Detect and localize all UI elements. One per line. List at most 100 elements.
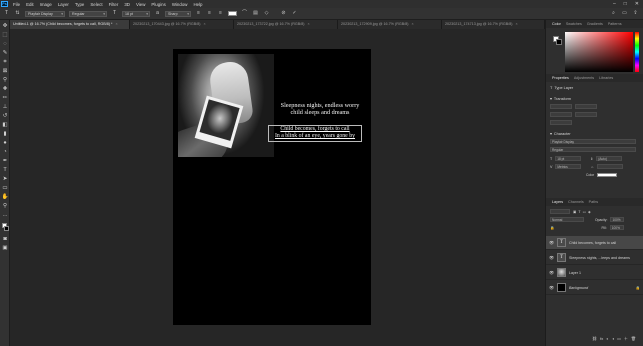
marquee-tool-icon[interactable]: ⬚	[1, 31, 9, 39]
lasso-tool-icon[interactable]: ◌	[1, 40, 9, 48]
tab-properties[interactable]: Properties	[552, 74, 569, 82]
tab-swatches[interactable]: Swatches	[566, 20, 582, 28]
tab-gradients[interactable]: Gradients	[587, 20, 603, 28]
tab-libraries[interactable]: Libraries	[599, 74, 613, 82]
3d-icon[interactable]: ◇	[263, 10, 270, 17]
link-layers-icon[interactable]: ⛓	[592, 336, 597, 341]
font-style-select[interactable]: Regular	[69, 10, 107, 17]
dodge-tool-icon[interactable]: ◔	[1, 148, 9, 156]
workspace-icon[interactable]: ▭	[621, 10, 628, 17]
angle-field[interactable]	[550, 120, 572, 125]
menu-3d[interactable]: 3D	[121, 2, 133, 7]
tab-close-icon[interactable]: ×	[204, 20, 206, 29]
tab-color[interactable]: Color	[552, 20, 561, 28]
menu-window[interactable]: Window	[169, 2, 191, 7]
transform-section-header[interactable]: ▾ Transform	[550, 96, 640, 102]
menu-file[interactable]: File	[10, 2, 23, 7]
layer-kind-filter[interactable]	[550, 209, 570, 214]
menu-plugins[interactable]: Plugins	[148, 2, 168, 7]
mask-icon[interactable]: ◐	[606, 336, 608, 341]
char-font-select[interactable]: Playfair Display	[550, 139, 636, 144]
hand-holding-photo-image[interactable]	[178, 54, 274, 157]
body-text-layer-editing[interactable]: Child becomes, forgets to call In a blin…	[268, 125, 362, 142]
new-layer-icon[interactable]: ＋	[624, 336, 628, 342]
quick-select-tool-icon[interactable]: ✎	[1, 49, 9, 57]
path-select-tool-icon[interactable]: ➤	[1, 175, 9, 183]
y-field[interactable]	[575, 112, 597, 117]
menu-image[interactable]: Image	[37, 2, 55, 7]
brush-tool-icon[interactable]: ✏	[1, 94, 9, 102]
quick-mask-icon[interactable]: ◙	[1, 235, 9, 243]
char-color-swatch[interactable]	[597, 172, 618, 177]
trash-icon[interactable]: 🗑	[631, 336, 636, 341]
menu-layer[interactable]: Layer	[55, 2, 72, 7]
menu-select[interactable]: Select	[87, 2, 105, 7]
tab-adjustments[interactable]: Adjustments	[574, 74, 594, 82]
photoshop-logo-icon[interactable]: Ps	[1, 1, 8, 7]
tab-image-2[interactable]: 20230213_173722.jpg @ 16.7% (RGB/8) ×	[234, 20, 338, 29]
type-tool-icon-left[interactable]: T	[1, 166, 9, 174]
foreground-background-swatch[interactable]	[1, 223, 9, 231]
tab-layers[interactable]: Layers	[552, 198, 563, 206]
tab-paths[interactable]: Paths	[589, 198, 598, 206]
tab-close-icon[interactable]: ×	[115, 20, 117, 29]
maximize-icon[interactable]: □	[624, 1, 627, 7]
color-picker-field[interactable]	[565, 32, 633, 72]
screen-mode-icon[interactable]: ▣	[1, 244, 9, 252]
menu-help[interactable]: Help	[190, 2, 205, 7]
font-size-select[interactable]: 18 pt	[122, 10, 150, 17]
frame-tool-icon[interactable]: ⊠	[1, 67, 9, 75]
heading-text-layer[interactable]: Sleepness nights, endless worry child sl…	[277, 102, 363, 116]
align-left-icon[interactable]: ≡	[195, 10, 202, 17]
tab-patterns[interactable]: Patterns	[608, 20, 622, 28]
char-size-field[interactable]: 18 pt	[555, 156, 582, 161]
font-family-select[interactable]: Playfair Display	[25, 10, 65, 17]
opacity-field[interactable]: 100%	[610, 217, 625, 222]
blur-tool-icon[interactable]: ●	[1, 139, 9, 147]
x-field[interactable]	[550, 112, 572, 117]
eraser-tool-icon[interactable]: ◧	[1, 121, 9, 129]
height-field[interactable]	[575, 104, 597, 109]
menu-edit[interactable]: Edit	[23, 2, 37, 7]
zoom-tool-icon[interactable]: ⚲	[1, 202, 9, 210]
align-right-icon[interactable]: ≡	[217, 10, 224, 17]
tab-untitled-1[interactable]: Untitled-1 @ 16.7% (Child becomes, forge…	[10, 20, 130, 29]
menu-filter[interactable]: Filter	[106, 2, 122, 7]
warp-text-icon[interactable]: ⌒	[241, 10, 248, 17]
width-field[interactable]	[550, 104, 572, 109]
tab-image-1[interactable]: 20230213_170443.jpg @ 16.7% (RGB/8) ×	[130, 20, 234, 29]
color-swatches[interactable]	[553, 36, 563, 46]
share-icon[interactable]: ⇪	[632, 10, 639, 17]
tab-close-icon[interactable]: ×	[516, 20, 518, 29]
tab-close-icon[interactable]: ×	[412, 20, 414, 29]
layer-row[interactable]: 👁 Layer 1	[546, 266, 643, 280]
layer-row[interactable]: 👁 T Sleepness nights, ...leeps and dream…	[546, 251, 643, 265]
eye-icon[interactable]: 👁	[549, 255, 554, 260]
commit-icon[interactable]: ✓	[291, 10, 298, 17]
character-section-header[interactable]: ▾ Character	[550, 131, 640, 137]
char-kerning-select[interactable]: Metrics	[555, 164, 582, 169]
adjustment-icon[interactable]: ◑	[612, 336, 614, 341]
eyedropper-tool-icon[interactable]: ⚲	[1, 76, 9, 84]
tab-image-3[interactable]: 20230213_172909.jpg @ 16.7% (RGB/8) ×	[338, 20, 442, 29]
layer-row[interactable]: 👁 Background 🔒	[546, 281, 643, 295]
filter-icons[interactable]: ▣T▭◈	[573, 210, 593, 214]
hue-slider[interactable]	[635, 32, 639, 72]
search-icon[interactable]: ⌕	[610, 10, 617, 17]
char-leading-field[interactable]: (Auto)	[596, 156, 623, 161]
pen-tool-icon[interactable]: ✒	[1, 157, 9, 165]
char-tracking-field[interactable]	[597, 164, 623, 169]
document-canvas[interactable]: Sleepness nights, endless worry child sl…	[173, 49, 371, 325]
healing-brush-tool-icon[interactable]: ✚	[1, 85, 9, 93]
char-style-select[interactable]: Regular	[550, 147, 636, 152]
antialias-select[interactable]: Sharp	[165, 10, 191, 17]
tab-image-4[interactable]: 20230213_174713.jpg @ 16.7% (RGB/8) ×	[442, 20, 545, 29]
cancel-icon[interactable]: ⊘	[280, 10, 287, 17]
menu-view[interactable]: View	[133, 2, 148, 7]
move-tool-icon[interactable]: ✥	[1, 22, 9, 30]
close-icon[interactable]: ✕	[635, 1, 639, 7]
tab-close-icon[interactable]: ×	[308, 20, 310, 29]
group-icon[interactable]: ▭	[617, 336, 621, 341]
crop-tool-icon[interactable]: ⌗	[1, 58, 9, 66]
gradient-tool-icon[interactable]: ▮	[1, 130, 9, 138]
